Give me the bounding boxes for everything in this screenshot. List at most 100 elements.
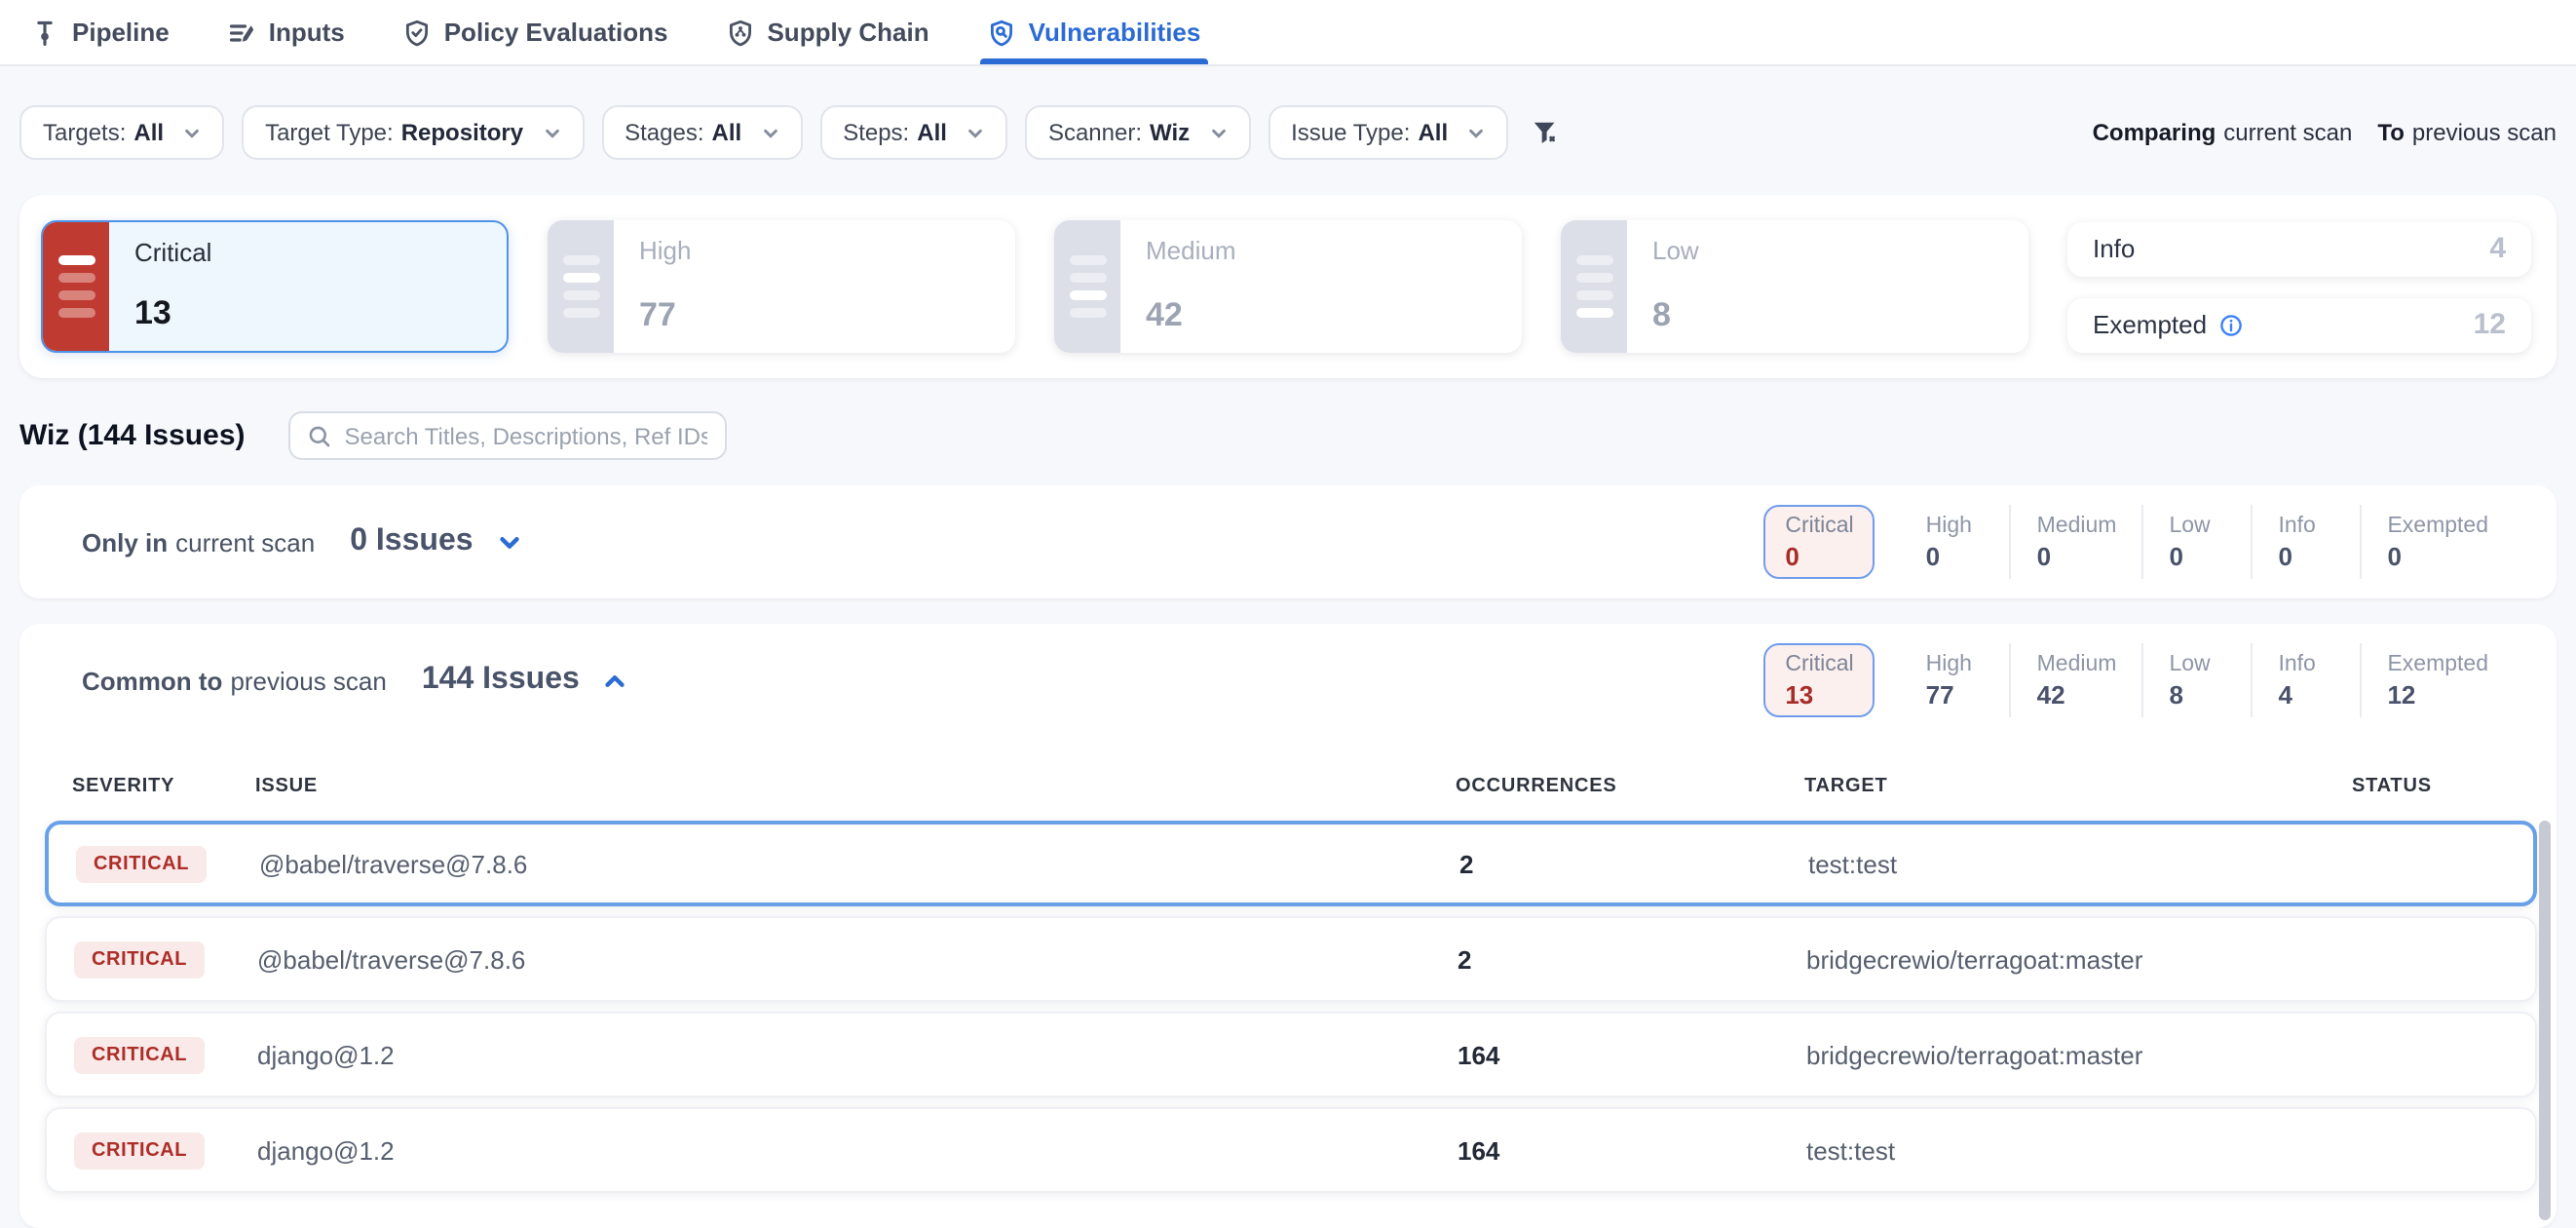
supply-chain-icon — [726, 19, 753, 46]
filter-bar: Targets: All Target Type: Repository Sta… — [19, 105, 2557, 160]
search-box[interactable] — [288, 411, 727, 460]
chip-label: Medium — [2037, 514, 2117, 537]
col-severity: SEVERITY — [72, 776, 255, 797]
filter-value: All — [712, 119, 742, 146]
tab-pipeline[interactable]: Pipeline — [31, 0, 170, 64]
severity-card-high[interactable]: High 77 — [548, 220, 1015, 353]
chip-low[interactable]: Low 8 — [2141, 643, 2251, 717]
previous-scan-label[interactable]: previous scan — [2412, 119, 2557, 146]
chip-medium[interactable]: Medium 0 — [2010, 505, 2142, 579]
scrollbar-thumb[interactable] — [2539, 821, 2551, 1220]
chip-label: Low — [2169, 652, 2225, 675]
inputs-icon — [228, 19, 255, 46]
chevron-down-icon — [1209, 124, 1227, 141]
info-icon[interactable] — [2218, 313, 2242, 336]
table-row[interactable]: CRITICAL django@1.2 164 test:test — [45, 1107, 2537, 1193]
col-target: TARGET — [1804, 776, 2352, 797]
chevron-down-icon — [183, 124, 201, 141]
section-issue-count: 0 Issues — [350, 524, 473, 559]
chevron-down-icon — [966, 124, 984, 141]
filter-clear-icon[interactable] — [1532, 118, 1561, 147]
section-prefix: Only in — [82, 527, 168, 556]
chevron-down-icon[interactable] — [497, 529, 522, 555]
chip-label: Exempted — [2387, 514, 2488, 537]
occurrences-cell: 2 — [1458, 944, 1806, 974]
pipeline-icon — [31, 19, 58, 46]
chip-value: 0 — [2169, 541, 2225, 570]
target-cell: bridgecrewio/terragoat:master — [1806, 1040, 2354, 1069]
chip-medium[interactable]: Medium 42 — [2010, 643, 2142, 717]
severity-gauge-icon — [43, 222, 109, 351]
tab-label: Supply Chain — [767, 18, 928, 47]
tab-supply-chain[interactable]: Supply Chain — [726, 0, 928, 64]
tab-inputs[interactable]: Inputs — [228, 0, 345, 64]
target-cell: test:test — [1808, 849, 2356, 878]
severity-badge: CRITICAL — [74, 940, 205, 978]
info-card[interactable]: Info 4 — [2067, 221, 2531, 276]
chip-critical[interactable]: Critical 13 — [1763, 643, 1875, 717]
exempted-card[interactable]: Exempted 12 — [2067, 297, 2531, 352]
chip-value: 12 — [2387, 679, 2488, 709]
severity-card-count: 13 — [134, 294, 481, 333]
chip-label: Low — [2169, 514, 2225, 537]
severity-card-medium[interactable]: Medium 42 — [1054, 220, 1522, 353]
filter-value: All — [133, 119, 164, 146]
filter-value: Repository — [401, 119, 523, 146]
compare-status: Comparing current scan To previous scan — [2093, 119, 2557, 146]
chip-low[interactable]: Low 0 — [2141, 505, 2251, 579]
filter-steps[interactable]: Steps: All — [819, 105, 1007, 160]
severity-card-low[interactable]: Low 8 — [1561, 220, 2028, 353]
chip-critical[interactable]: Critical 0 — [1763, 505, 1875, 579]
col-occurrences: OCCURRENCES — [1456, 776, 1804, 797]
current-scan-label[interactable]: current scan — [2223, 119, 2352, 146]
chip-info[interactable]: Info 0 — [2251, 505, 2360, 579]
chip-exempted[interactable]: Exempted 12 — [2360, 643, 2514, 717]
issues-table: SEVERITY ISSUE OCCURRENCES TARGET STATUS… — [19, 737, 2557, 1228]
section-scan-label: current scan — [175, 527, 315, 556]
chip-label: High — [1926, 652, 1985, 675]
severity-badge: CRITICAL — [74, 1036, 205, 1073]
severity-gauge-icon — [1561, 220, 1627, 353]
chip-value: 13 — [1785, 679, 1853, 709]
filter-issue-type[interactable]: Issue Type: All — [1268, 105, 1508, 160]
search-input[interactable] — [345, 422, 707, 449]
chip-value: 4 — [2278, 679, 2334, 709]
filter-label: Stages: — [625, 119, 703, 146]
occurrences-cell: 164 — [1458, 1135, 1806, 1165]
vulnerabilities-page: Pipeline Inputs Policy Evaluations Suppl… — [0, 0, 2576, 1228]
table-row[interactable]: CRITICAL django@1.2 164 bridgecrewio/ter… — [45, 1012, 2537, 1097]
tab-vulnerabilities[interactable]: Vulnerabilities — [988, 0, 1201, 64]
col-issue: ISSUE — [255, 776, 1456, 797]
severity-gauge-icon — [548, 220, 614, 353]
chip-exempted[interactable]: Exempted 0 — [2360, 505, 2514, 579]
issue-cell: @babel/traverse@7.8.6 — [257, 944, 1458, 974]
chip-label: High — [1926, 514, 1985, 537]
tab-policy-evaluations[interactable]: Policy Evaluations — [403, 0, 668, 64]
chip-label: Critical — [1785, 514, 1853, 537]
severity-gauge-icon — [1054, 220, 1120, 353]
target-cell: bridgecrewio/terragoat:master — [1806, 944, 2354, 974]
chip-high[interactable]: High 0 — [1901, 505, 2010, 579]
severity-card-count: 8 — [1652, 296, 2003, 335]
filter-scanner[interactable]: Scanner: Wiz — [1025, 105, 1250, 160]
filter-targets[interactable]: Targets: All — [19, 105, 224, 160]
policy-evaluations-icon — [403, 19, 431, 46]
chip-info[interactable]: Info 4 — [2251, 643, 2360, 717]
severity-card-label: Critical — [134, 238, 481, 267]
section-prefix: Common to — [82, 666, 222, 695]
severity-badge: CRITICAL — [76, 845, 207, 882]
issue-cell: django@1.2 — [257, 1040, 1458, 1069]
filter-label: Scanner: — [1048, 119, 1142, 146]
severity-card-critical[interactable]: Critical 13 — [41, 220, 509, 353]
comparing-label: Comparing — [2093, 119, 2216, 146]
exempted-card-count: 12 — [2474, 308, 2506, 341]
table-row[interactable]: CRITICAL @babel/traverse@7.8.6 2 test:te… — [45, 821, 2537, 906]
filter-target-type[interactable]: Target Type: Repository — [242, 105, 584, 160]
chip-value: 0 — [2278, 541, 2334, 570]
table-row[interactable]: CRITICAL @babel/traverse@7.8.6 2 bridgec… — [45, 916, 2537, 1002]
section-scan-label: previous scan — [230, 666, 386, 695]
chevron-down-icon — [543, 124, 560, 141]
filter-stages[interactable]: Stages: All — [601, 105, 802, 160]
chip-high[interactable]: High 77 — [1901, 643, 2010, 717]
chevron-up-icon[interactable] — [603, 668, 628, 693]
